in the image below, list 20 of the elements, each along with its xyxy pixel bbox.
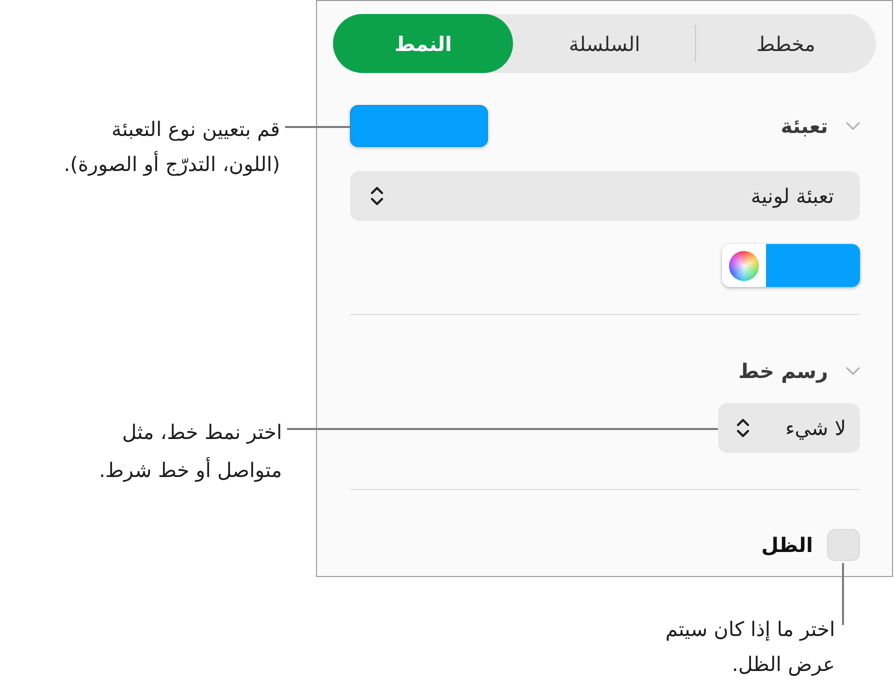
- leader-line: [842, 563, 844, 625]
- chevron-icon[interactable]: [846, 367, 860, 375]
- tab[interactable]: السلسلة: [514, 14, 695, 73]
- section-title: تعبئة: [780, 114, 828, 138]
- leader-line: [285, 126, 351, 128]
- up-down-chevron-icon: [736, 417, 750, 439]
- color-wheel-icon: [729, 250, 759, 280]
- callout-text: اختر نمط خط، مثل متواصل أو خط شرط.: [98, 419, 282, 484]
- callout-text: اختر ما إذا كان سيتم عرض الظل.: [664, 616, 835, 678]
- color-well[interactable]: [722, 244, 860, 287]
- shadow-checkbox[interactable]: [827, 529, 860, 561]
- chevron-icon[interactable]: [846, 122, 860, 130]
- callout-text: قم بتعيين نوع التعبئة (اللون، التدرّج أو الصورة).: [62, 116, 280, 178]
- shadow-label: الظل: [761, 533, 813, 557]
- line-style-popup[interactable]: لا شيء: [718, 403, 860, 453]
- section-title: رسم خط: [738, 359, 828, 383]
- tab[interactable]: مخطط: [696, 14, 876, 73]
- up-down-chevron-icon: [370, 185, 384, 207]
- fill-type-popup[interactable]: تعبئة لونية: [350, 171, 860, 221]
- fill-color-swatch[interactable]: [350, 105, 488, 147]
